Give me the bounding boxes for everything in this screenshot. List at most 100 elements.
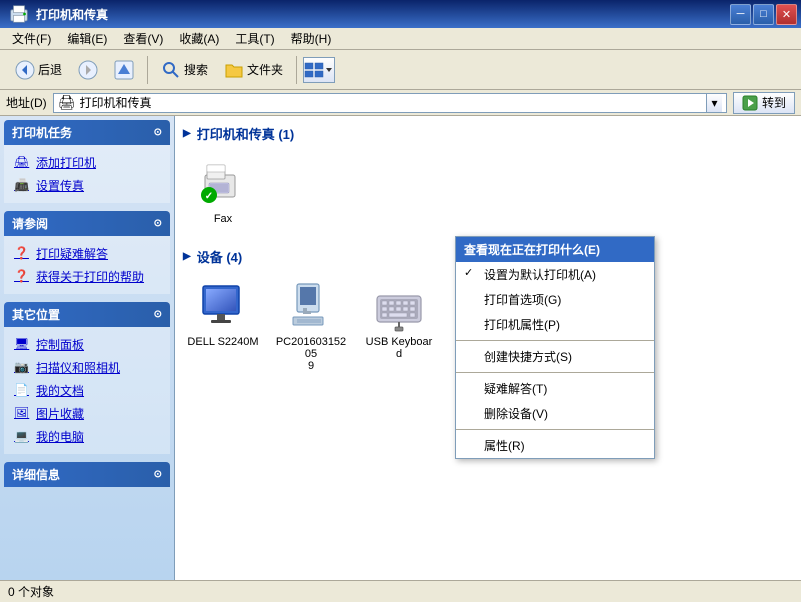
ctx-item-set-default[interactable]: 设置为默认打印机(A)	[456, 262, 654, 287]
add-printer-label: 添加打印机	[36, 154, 96, 171]
view-button[interactable]	[303, 57, 335, 83]
menu-help[interactable]: 帮助(H)	[283, 28, 340, 49]
sidebar: 打印机任务 ⊙ 🖨 添加打印机 📠 设置传真 请参阅 ⊙	[0, 116, 175, 580]
sidebar-link-add-printer[interactable]: 🖨 添加打印机	[8, 151, 166, 174]
printers-title-text: 打印机和传真 (1)	[197, 124, 295, 143]
back-button[interactable]: 后退	[8, 56, 69, 84]
ctx-item-view-printing[interactable]: 查看现在正在打印什么(E)	[456, 237, 654, 262]
view-icon	[304, 62, 324, 78]
ctx-item-create-shortcut[interactable]: 创建快捷方式(S)	[456, 344, 654, 369]
sidebar-link-scanner[interactable]: 📷 扫描仪和照相机	[8, 356, 166, 379]
sidebar-link-pictures[interactable]: 🖼 图片收藏	[8, 402, 166, 425]
other-locations-title: 其它位置	[12, 306, 60, 323]
see-also-content: ❓ 打印疑难解答 ❓ 获得关于打印的帮助	[4, 236, 170, 294]
minimize-button[interactable]: ─	[730, 4, 751, 25]
search-label: 搜索	[184, 61, 208, 78]
folder-icon	[224, 60, 244, 80]
sidebar-header-printer-tasks[interactable]: 打印机任务 ⊙	[4, 120, 170, 145]
go-button[interactable]: 转到	[733, 92, 795, 114]
menu-tools[interactable]: 工具(T)	[227, 28, 282, 49]
fax-label: Fax	[214, 213, 232, 225]
back-icon	[15, 60, 35, 80]
title-bar: 打印机和传真 ─ □ ✕	[0, 0, 801, 28]
ctx-item-properties[interactable]: 属性(R)	[456, 433, 654, 458]
menu-view[interactable]: 查看(V)	[115, 28, 171, 49]
close-button[interactable]: ✕	[776, 4, 797, 25]
sidebar-section-see-also: 请参阅 ⊙ ❓ 打印疑难解答 ❓ 获得关于打印的帮助	[4, 211, 170, 294]
sidebar-section-printer-tasks: 打印机任务 ⊙ 🖨 添加打印机 📠 设置传真	[4, 120, 170, 203]
menu-file[interactable]: 文件(F)	[4, 28, 59, 49]
forward-button[interactable]	[71, 56, 105, 84]
sidebar-link-my-docs[interactable]: 📄 我的文档	[8, 379, 166, 402]
item-dell-monitor[interactable]: DELL S2240M	[183, 274, 263, 378]
scanner-label: 扫描仪和照相机	[36, 359, 120, 376]
ctx-item-troubleshoot[interactable]: 疑难解答(T)	[456, 376, 654, 401]
context-menu: 查看现在正在打印什么(E) 设置为默认打印机(A) 打印首选项(G) 打印机属性…	[455, 236, 655, 459]
go-label: 转到	[762, 94, 786, 111]
item-pc[interactable]: PC201603152059	[271, 274, 351, 378]
help-print-icon: ❓	[14, 269, 30, 285]
sidebar-header-see-also[interactable]: 请参阅 ⊙	[4, 211, 170, 236]
go-icon	[742, 95, 758, 111]
address-dropdown[interactable]: ▾	[706, 94, 722, 112]
see-also-expand-icon: ⊙	[154, 218, 162, 229]
troubleshoot-print-icon: ❓	[14, 246, 30, 262]
other-locations-content: 🖥 控制面板 📷 扫描仪和照相机 📄 我的文档 🖼 图片收藏 💻	[4, 327, 170, 454]
maximize-button[interactable]: □	[753, 4, 774, 25]
window-controls: ─ □ ✕	[730, 4, 797, 25]
help-print-label: 获得关于打印的帮助	[36, 268, 144, 285]
address-text: 打印机和传真	[79, 94, 151, 111]
sidebar-section-other-locations: 其它位置 ⊙ 🖥 控制面板 📷 扫描仪和照相机 📄 我的文档 🖼	[4, 302, 170, 454]
sidebar-link-setup-fax[interactable]: 📠 设置传真	[8, 174, 166, 197]
ctx-sep-3	[456, 429, 654, 430]
details-title: 详细信息	[12, 466, 60, 483]
folders-button[interactable]: 文件夹	[217, 56, 290, 84]
search-button[interactable]: 搜索	[154, 56, 215, 84]
forward-icon	[78, 60, 98, 80]
address-label: 地址(D)	[6, 94, 47, 111]
pc-label: PC201603152059	[275, 336, 347, 372]
sidebar-link-troubleshoot-print[interactable]: ❓ 打印疑难解答	[8, 242, 166, 265]
ctx-sep-1	[456, 340, 654, 341]
troubleshoot-print-label: 打印疑难解答	[36, 245, 108, 262]
address-input[interactable]: 🖨 打印机和传真 ▾	[53, 93, 727, 113]
other-locations-expand-icon: ⊙	[154, 309, 162, 320]
menu-edit[interactable]: 编辑(E)	[59, 28, 115, 49]
toolbar-sep-1	[147, 56, 148, 84]
sidebar-header-other-locations[interactable]: 其它位置 ⊙	[4, 302, 170, 327]
svg-text:✓: ✓	[205, 191, 213, 202]
pictures-label: 图片收藏	[36, 405, 84, 422]
scanner-icon: 📷	[14, 360, 30, 376]
up-icon	[114, 60, 134, 80]
ctx-item-delete-device[interactable]: 删除设备(V)	[456, 401, 654, 426]
status-text: 0 个对象	[8, 583, 54, 600]
status-bar: 0 个对象	[0, 580, 801, 602]
sidebar-link-help-print[interactable]: ❓ 获得关于打印的帮助	[8, 265, 166, 288]
sidebar-link-control-panel[interactable]: 🖥 控制面板	[8, 333, 166, 356]
add-printer-icon: 🖨	[14, 155, 30, 171]
item-fax[interactable]: ✓ Fax	[183, 151, 263, 231]
printers-section-title: 打印机和传真 (1)	[183, 124, 793, 143]
toolbar: 后退 搜索 文件夹	[0, 50, 801, 90]
sidebar-header-details[interactable]: 详细信息 ⊙	[4, 462, 170, 487]
toolbar-sep-2	[296, 56, 297, 84]
item-keyboard[interactable]: USB Keyboard	[359, 274, 439, 378]
folder-label: 文件夹	[247, 61, 283, 78]
control-panel-icon: 🖥	[14, 337, 30, 353]
menu-favorites[interactable]: 收藏(A)	[171, 28, 227, 49]
my-computer-icon: 💻	[14, 429, 30, 445]
my-docs-icon: 📄	[14, 383, 30, 399]
menu-bar: 文件(F) 编辑(E) 查看(V) 收藏(A) 工具(T) 帮助(H)	[0, 28, 801, 50]
sidebar-link-my-computer[interactable]: 💻 我的电脑	[8, 425, 166, 448]
content-area: 打印机和传真 (1) ✓	[175, 116, 801, 580]
printer-tasks-expand-icon: ⊙	[154, 127, 162, 138]
setup-fax-icon: 📠	[14, 178, 30, 194]
ctx-item-printer-props[interactable]: 打印机属性(P)	[456, 312, 654, 337]
pictures-icon: 🖼	[14, 406, 30, 422]
title-bar-title: 打印机和传真	[36, 6, 108, 23]
ctx-item-print-preferences[interactable]: 打印首选项(G)	[456, 287, 654, 312]
dell-monitor-icon	[197, 280, 249, 332]
keyboard-label: USB Keyboard	[363, 336, 435, 360]
address-folder-icon: 🖨	[58, 94, 76, 111]
up-button[interactable]	[107, 56, 141, 84]
